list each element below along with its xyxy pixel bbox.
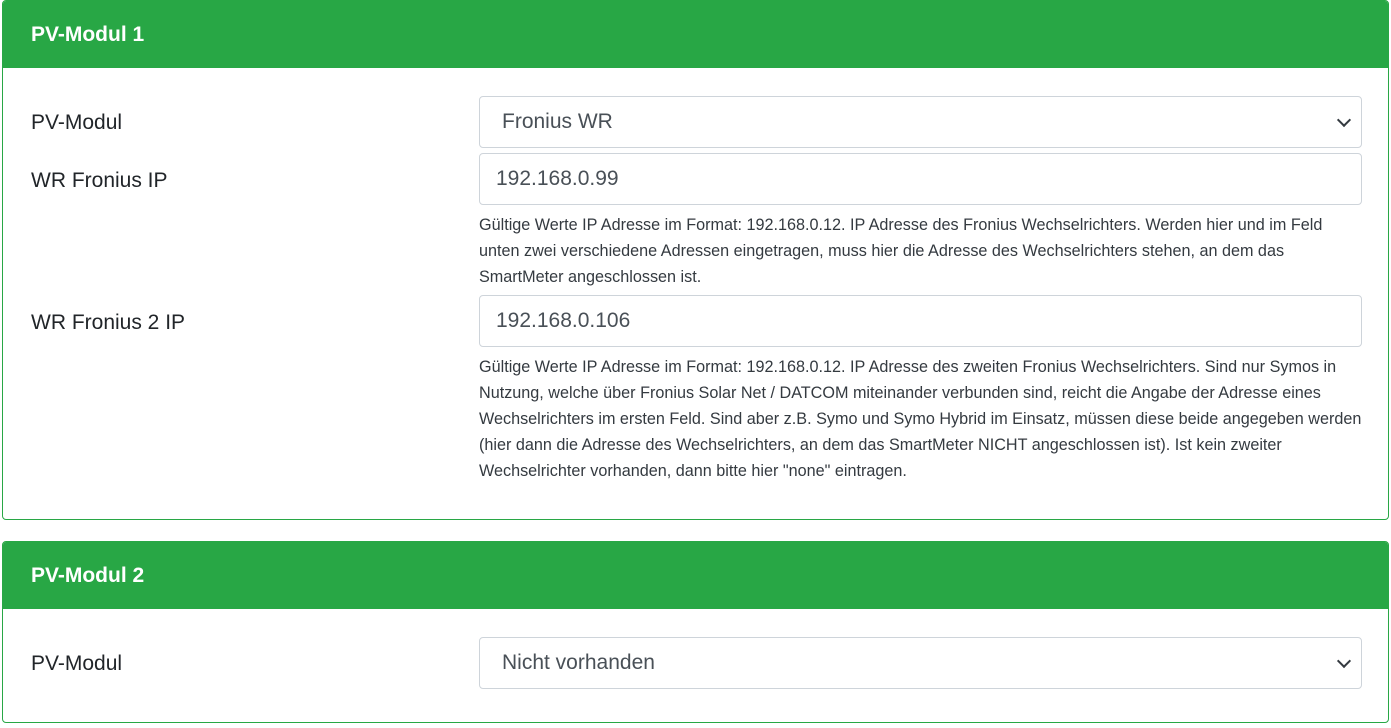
pv-modul-2-select-value: Nicht vorhanden [502, 651, 655, 674]
wr-fronius-ip-input[interactable]: 192.168.0.99 [479, 153, 1362, 205]
pv-modul-select[interactable]: Fronius WR [479, 96, 1362, 148]
chevron-down-icon [1336, 653, 1352, 669]
wr-fronius-2-ip-input[interactable]: 192.168.0.106 [479, 295, 1362, 347]
pv-modul-label: PV-Modul [31, 111, 123, 134]
pv-modul-2-title: PV-Modul 2 [31, 563, 145, 587]
chevron-down-icon [1336, 112, 1352, 128]
pv-modul-1-card: PV-Modul 1 PV-Modul Fronius WR WR Froniu… [2, 0, 1389, 520]
pv-modul-2-select[interactable]: Nicht vorhanden [479, 637, 1362, 689]
pv-modul-select-value: Fronius WR [502, 110, 613, 133]
pv-modul-2-header: PV-Modul 2 [3, 542, 1388, 609]
pv-modul-2-card: PV-Modul 2 PV-Modul Nicht vorhanden [2, 541, 1389, 723]
wr-fronius-2-ip-value: 192.168.0.106 [496, 309, 631, 332]
pv-modul-1-header: PV-Modul 1 [3, 1, 1388, 68]
pv-modul-2-label: PV-Modul [31, 652, 123, 675]
wr-fronius-ip-help: Gültige Werte IP Adresse im Format: 192.… [479, 216, 1323, 286]
wr-fronius-ip-value: 192.168.0.99 [496, 167, 619, 190]
wr-fronius-2-ip-help: Gültige Werte IP Adresse im Format: 192.… [479, 358, 1362, 480]
pv-modul-1-title: PV-Modul 1 [31, 22, 145, 46]
wr-fronius-ip-label: WR Fronius IP [31, 169, 168, 192]
wr-fronius-2-ip-label: WR Fronius 2 IP [31, 311, 186, 334]
